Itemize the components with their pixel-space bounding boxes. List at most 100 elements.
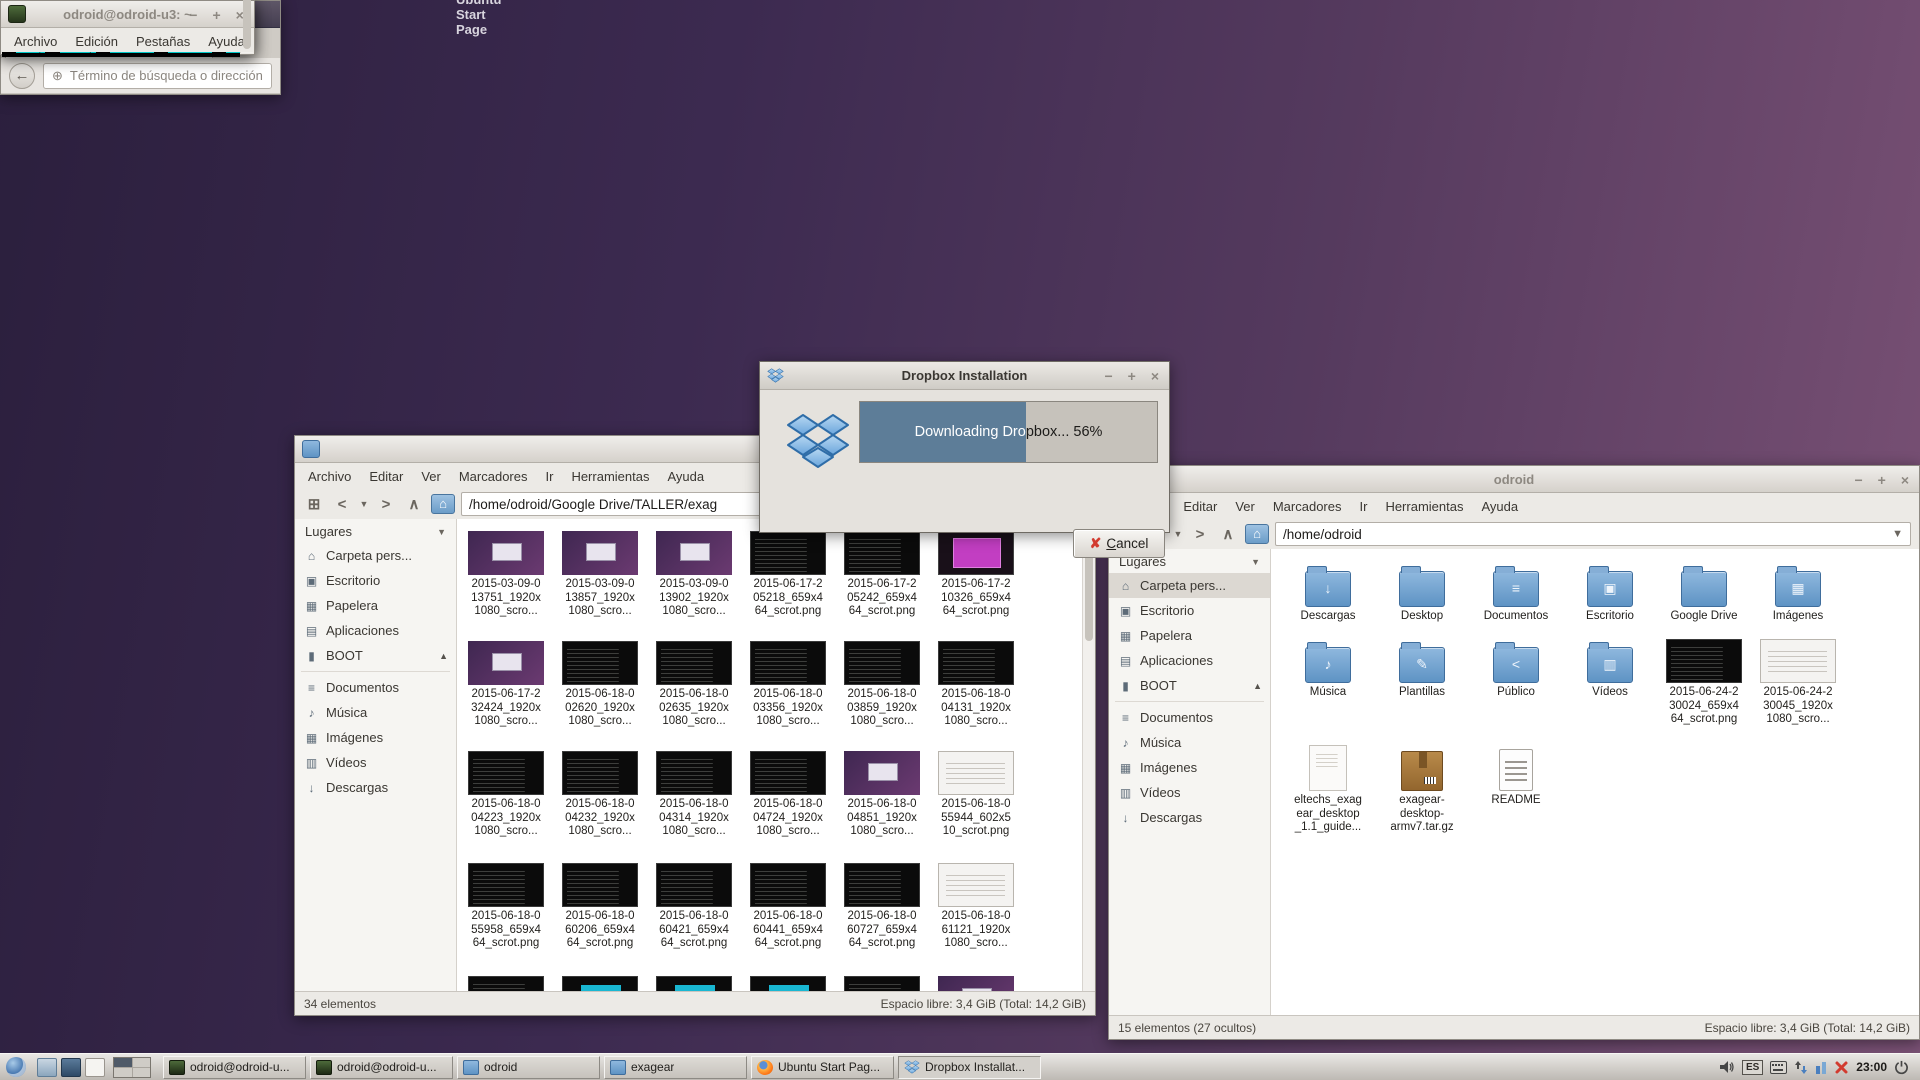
file-item[interactable]: 2015-06-18-0 04724_1920x 1080_scro... [741, 751, 835, 839]
htop-menu-pestañas[interactable]: Pestañas [127, 31, 199, 52]
file-item[interactable]: 2015-06-18-0 03859_1920x 1080_scro... [835, 641, 929, 729]
file-item[interactable]: 2015-06-18-0 04131_1920x 1080_scro... [929, 641, 1023, 729]
fm1-menu-editar[interactable]: Editar [360, 466, 412, 487]
htop-output[interactable]: 1[|||||||||||34.8%] 2[||||||||||||38.7%]… [2, 52, 240, 57]
workspace-3[interactable] [114, 1068, 132, 1077]
forward-icon[interactable]: > [1189, 526, 1211, 543]
file-item[interactable] [553, 976, 647, 991]
htop-menu-archivo[interactable]: Archivo [5, 31, 66, 52]
home-icon[interactable]: ⌂ [431, 494, 455, 514]
cancel-button[interactable]: ✘ Cancel [1073, 529, 1165, 558]
up-icon[interactable]: ∧ [403, 495, 425, 513]
file-item[interactable]: 2015-06-18-0 04223_1920x 1080_scro... [459, 751, 553, 839]
folder-item[interactable]: ▥Vídeos [1563, 631, 1657, 727]
file-item[interactable]: 2015-06-18-0 61121_1920x 1080_scro... [929, 863, 1023, 951]
fm1-scrollbar[interactable] [1082, 519, 1095, 991]
sidebar-item-documents[interactable]: ≡Documentos [1109, 705, 1270, 730]
fm1-menu-ayuda[interactable]: Ayuda [658, 466, 713, 487]
file-item[interactable]: eltechs_exag ear_desktop _1.1_guide... [1281, 739, 1375, 835]
eject-icon[interactable]: ▲ [1253, 681, 1262, 691]
folder-item[interactable]: ♪Música [1281, 631, 1375, 727]
workspace-4[interactable] [133, 1068, 151, 1077]
file-manager-launcher-icon[interactable] [37, 1058, 57, 1077]
sidebar-item-desktop[interactable]: ▣Escritorio [1109, 598, 1270, 623]
sidebar-item-boot[interactable]: ▮BOOT▲ [295, 643, 456, 668]
taskbar-button-ubuntu-start-pag-[interactable]: Ubuntu Start Pag... [751, 1056, 894, 1079]
fm2-menu-ayuda[interactable]: Ayuda [1472, 496, 1527, 517]
sidebar-item-home[interactable]: ⌂Carpeta pers... [1109, 573, 1270, 598]
file-item[interactable]: 2015-06-18-0 60727_659x4 64_scrot.png [835, 863, 929, 951]
htop-menu-edición[interactable]: Edición [66, 31, 127, 52]
file-item[interactable]: 2015-03-09-0 13751_1920x 1080_scro... [459, 531, 553, 619]
fm2-menu-herramientas[interactable]: Herramientas [1376, 496, 1472, 517]
fm2-menu-ir[interactable]: Ir [1350, 496, 1376, 517]
file-item[interactable] [835, 976, 929, 991]
fkey-f1[interactable]: F1Help [2, 52, 45, 55]
folder-item[interactable]: ≡Documentos [1469, 555, 1563, 624]
file-item[interactable]: 2015-06-18-0 02620_1920x 1080_scro... [553, 641, 647, 729]
workspace-pager[interactable] [113, 1057, 151, 1078]
sidebar-item-downloads[interactable]: ↓Descargas [295, 775, 456, 800]
file-item[interactable]: exagear- desktop- armv7.tar.gz [1375, 739, 1469, 835]
taskbar-button-dropbox-installat-[interactable]: Dropbox Installat... [898, 1056, 1041, 1079]
file-item[interactable]: 2015-06-18-0 03356_1920x 1080_scro... [741, 641, 835, 729]
file-item[interactable]: 2015-06-18-0 04232_1920x 1080_scro... [553, 751, 647, 839]
fm1-menu-archivo[interactable]: Archivo [299, 466, 360, 487]
path-dropdown-icon[interactable]: ▼ [1892, 528, 1903, 540]
sidebar-item-documents[interactable]: ≡Documentos [295, 675, 456, 700]
sidebar-item-videos[interactable]: ▥Vídeos [295, 750, 456, 775]
fm1-menu-ver[interactable]: Ver [412, 466, 450, 487]
folder-item[interactable]: ↓Descargas [1281, 555, 1375, 624]
file-item[interactable]: 2015-06-18-0 04314_1920x 1080_scro... [647, 751, 741, 839]
file-item[interactable]: 2015-06-18-0 55958_659x4 64_scrot.png [459, 863, 553, 951]
htop-titlebar[interactable]: odroid@odroid-u3: ~ −+× [1, 1, 254, 28]
up-icon[interactable]: ∧ [1217, 525, 1239, 543]
file-item[interactable] [929, 976, 1023, 991]
file-item[interactable]: 2015-06-17-2 32424_1920x 1080_scro... [459, 641, 553, 729]
eject-icon[interactable]: ▲ [439, 651, 448, 661]
workspace-2[interactable] [133, 1058, 151, 1067]
volume-icon[interactable] [1719, 1059, 1735, 1075]
maximize-icon[interactable]: + [212, 7, 220, 23]
forward-icon[interactable]: > [375, 496, 397, 513]
file-item[interactable]: 2015-06-17-2 10326_659x4 64_scrot.png [929, 531, 1023, 619]
workspace-1[interactable] [114, 1058, 132, 1067]
file-item[interactable]: 2015-06-18-0 60421_659x4 64_scrot.png [647, 863, 741, 951]
fm2-titlebar[interactable]: odroid −+× [1109, 466, 1919, 493]
fm1-menu-marcadores[interactable]: Marcadores [450, 466, 537, 487]
file-item[interactable]: 2015-06-17-2 05242_659x4 64_scrot.png [835, 531, 929, 619]
file-item[interactable]: README [1469, 739, 1563, 835]
url-bar[interactable]: ⊕ Término de búsqueda o dirección [43, 63, 272, 89]
home-icon[interactable]: ⌂ [1245, 524, 1269, 544]
fm2-path-bar[interactable]: /home/odroid▼ [1275, 522, 1911, 546]
fm1-menu-herramientas[interactable]: Herramientas [562, 466, 658, 487]
file-item[interactable]: 2015-06-17-2 05218_659x4 64_scrot.png [741, 531, 835, 619]
sidebar-item-trash[interactable]: ▦Papelera [295, 593, 456, 618]
back-icon[interactable]: < [331, 496, 353, 513]
fm2-menu-editar[interactable]: Editar [1174, 496, 1226, 517]
fkey-f4[interactable]: F4Filter [154, 52, 212, 55]
folder-item[interactable]: <Público [1469, 631, 1563, 727]
maximize-icon[interactable]: + [1878, 472, 1886, 488]
sidebar-item-boot[interactable]: ▮BOOT▲ [1109, 673, 1270, 698]
sidebar-item-applications[interactable]: ▤Aplicaciones [1109, 648, 1270, 673]
sidebar-item-music[interactable]: ♪Música [295, 700, 456, 725]
htop-scrollbar[interactable] [240, 52, 253, 53]
fm1-menu-ir[interactable]: Ir [536, 466, 562, 487]
scrollbar-thumb[interactable] [243, 0, 251, 49]
folder-item[interactable]: Desktop [1375, 555, 1469, 624]
power-icon[interactable] [1894, 1060, 1909, 1075]
folder-item[interactable]: ▦Imágenes [1751, 555, 1845, 624]
sidebar-item-trash[interactable]: ▦Papelera [1109, 623, 1270, 648]
sidebar-item-applications[interactable]: ▤Aplicaciones [295, 618, 456, 643]
back-button[interactable]: ← [9, 63, 35, 89]
folder-item[interactable]: ▣Escritorio [1563, 555, 1657, 624]
sidebar-item-desktop[interactable]: ▣Escritorio [295, 568, 456, 593]
taskbar-button-odroid[interactable]: odroid [457, 1056, 600, 1079]
minimize-icon[interactable]: − [1854, 472, 1862, 488]
sidebar-item-images[interactable]: ▦Imágenes [295, 725, 456, 750]
clock[interactable]: 23:00 [1856, 1060, 1887, 1074]
file-item[interactable]: 2015-06-24-2 30045_1920x 1080_scro... [1751, 631, 1845, 727]
keyboard-layout-indicator[interactable]: ES [1742, 1060, 1763, 1075]
taskbar-button-odroid-odroid-u-[interactable]: odroid@odroid-u... [163, 1056, 306, 1079]
